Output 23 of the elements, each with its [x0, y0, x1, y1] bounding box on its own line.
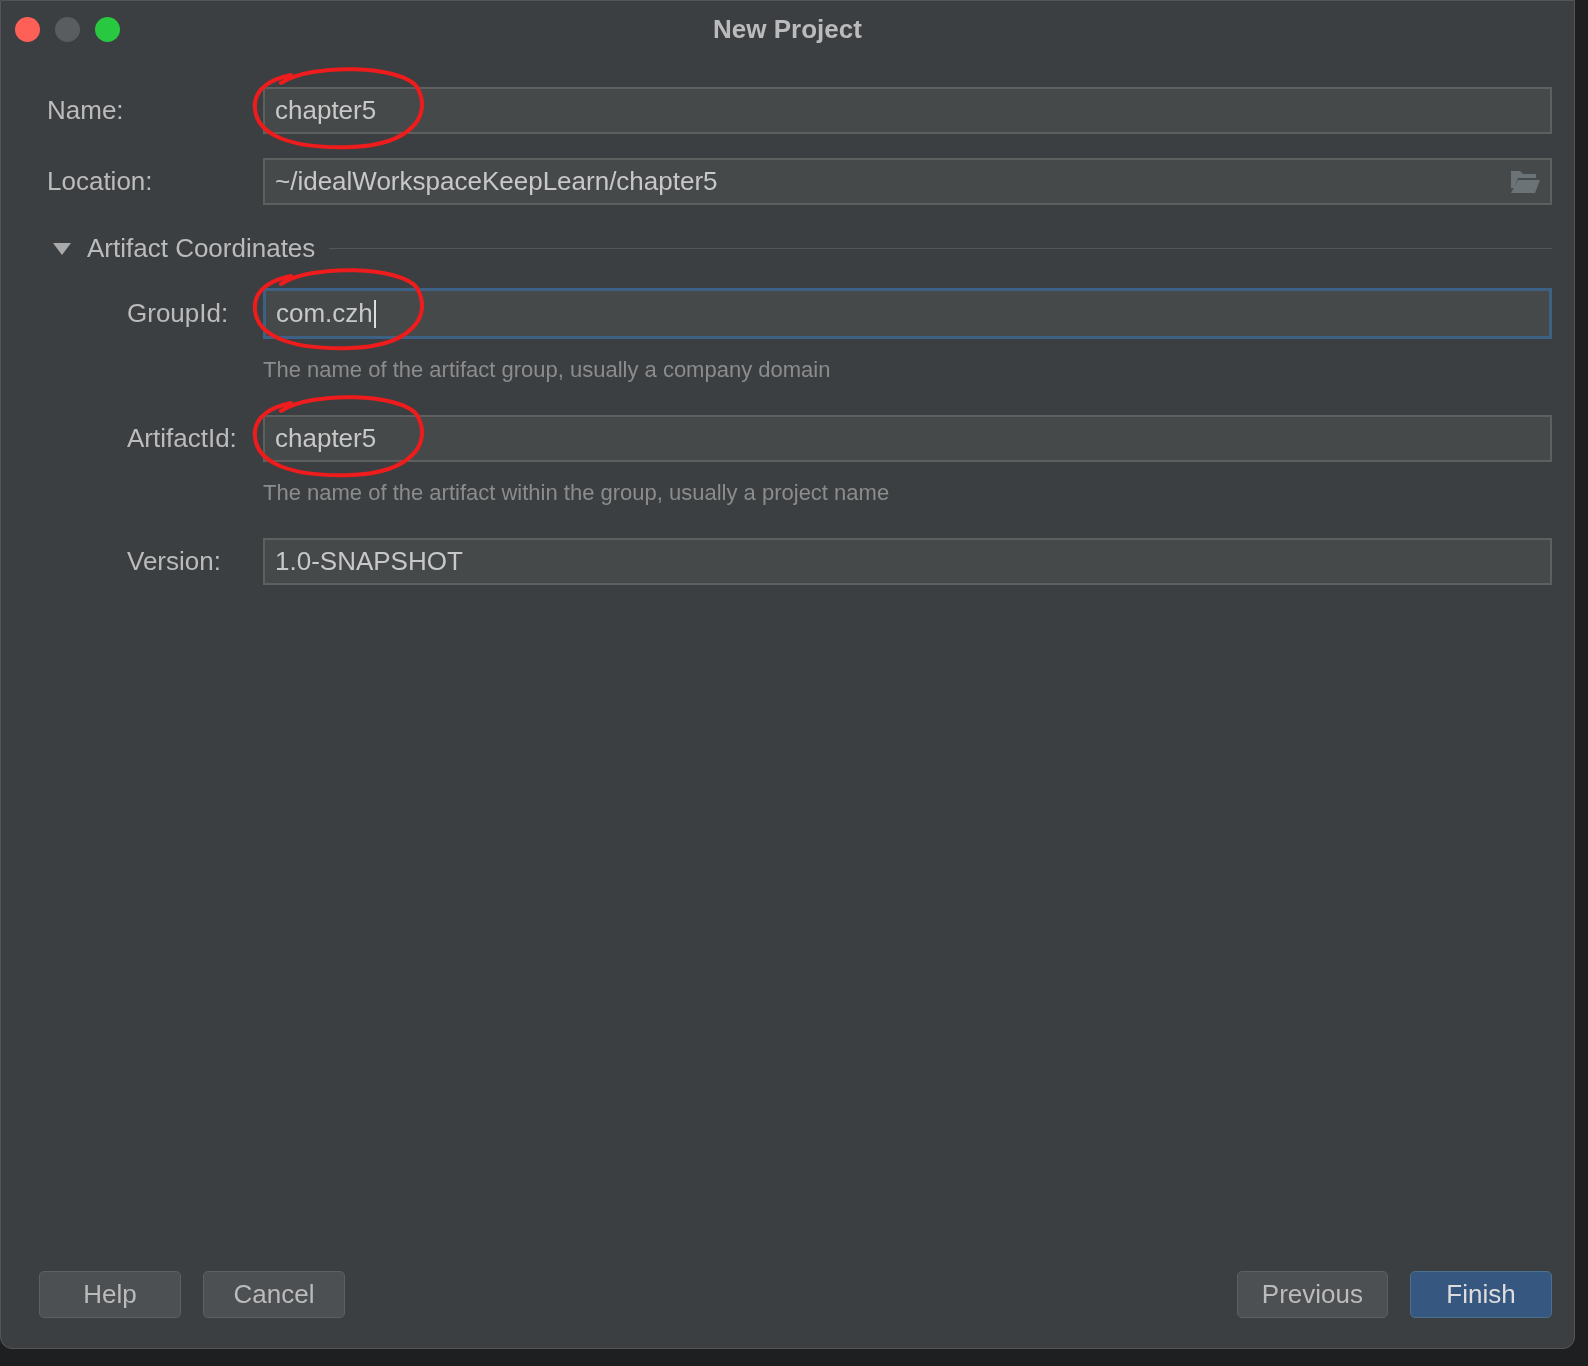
section-title: Artifact Coordinates — [87, 233, 316, 264]
text-field[interactable]: ~/idealWorkspaceKeepLearn/chapter5 — [263, 158, 1552, 205]
field-label: Version: — [127, 546, 222, 577]
dialog-button[interactable]: Cancel — [203, 1271, 345, 1318]
field-hint: The name of the artifact within the group, usually a project name — [263, 480, 890, 505]
field-label: Name: — [47, 95, 125, 126]
dialog-button[interactable]: Help — [39, 1271, 181, 1318]
window-control[interactable] — [15, 16, 40, 42]
field-label: ArtifactId: — [127, 423, 238, 454]
text-field[interactable]: chapter5 — [263, 415, 1552, 462]
text-field[interactable]: 1.0-SNAPSHOT — [263, 538, 1552, 585]
window-control[interactable] — [95, 16, 120, 42]
field-label: GroupId: — [127, 298, 230, 329]
field-label: Location: — [47, 166, 154, 197]
finish-button[interactable]: Finish — [1410, 1271, 1552, 1318]
text-field[interactable]: chapter5 — [263, 87, 1552, 134]
window-title: New Project — [713, 13, 862, 45]
text-field[interactable]: com.czh — [263, 288, 1552, 339]
text-caret — [373, 299, 376, 328]
disclosure-triangle-icon[interactable] — [53, 242, 71, 255]
folder-icon[interactable] — [1510, 171, 1540, 193]
field-hint: The name of the artifact group, usually a company domain — [263, 357, 831, 382]
dialog-button[interactable]: Previous — [1236, 1271, 1388, 1318]
